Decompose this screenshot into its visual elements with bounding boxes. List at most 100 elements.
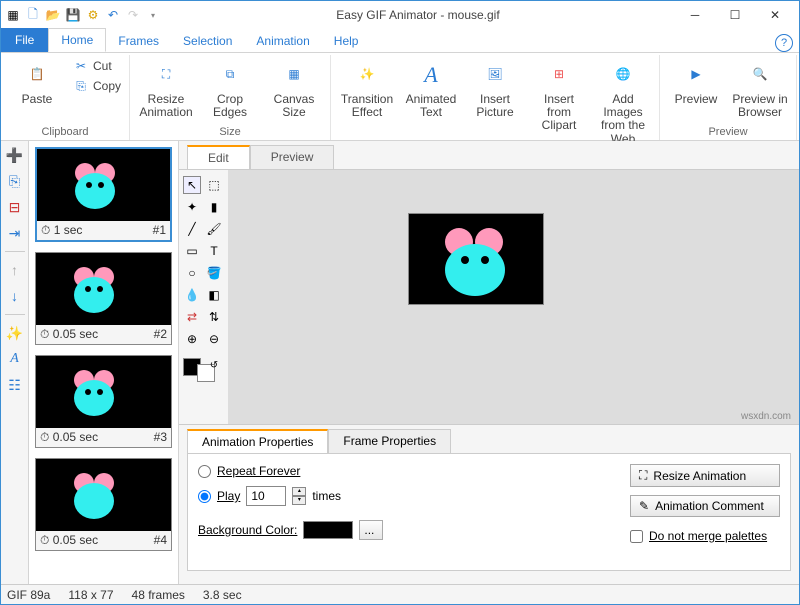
- bgcolor-picker-button[interactable]: ...: [359, 520, 383, 540]
- layers-icon[interactable]: ☷: [5, 375, 25, 395]
- separator: [5, 251, 25, 252]
- frames-panel[interactable]: ⏱ 1 sec#1 ⏱ 0.05 sec#2 ⏱ 0.05 sec#3 ⏱ 0.…: [29, 141, 179, 584]
- open-icon[interactable]: 📂: [45, 7, 61, 23]
- transition-effect-button[interactable]: ✨Transition Effect: [337, 57, 397, 121]
- marquee-tool-icon[interactable]: ⬚: [205, 176, 223, 194]
- separator: [5, 314, 25, 315]
- flip-h-icon[interactable]: ⇄: [183, 308, 201, 326]
- cut-button[interactable]: ✂Cut: [71, 57, 123, 75]
- wand-tool-icon[interactable]: ✦: [183, 198, 201, 216]
- frame-thumb[interactable]: ⏱ 0.05 sec #4: [35, 458, 172, 551]
- insert-picture-button[interactable]: 🖼Insert Picture: [465, 57, 525, 121]
- insert-clipart-button[interactable]: ⊞Insert from Clipart: [529, 57, 589, 135]
- frame-duration: ⏱ 0.05 sec: [40, 533, 98, 548]
- import-icon[interactable]: ⇥: [5, 223, 25, 243]
- select-tool-icon[interactable]: ↖: [183, 176, 201, 194]
- animated-text-button[interactable]: AAnimated Text: [401, 57, 461, 121]
- canvas[interactable]: [409, 214, 543, 304]
- center-panel: Edit Preview ↖ ⬚ ✦ ▮ ╱ 🖌 ▭ T ○ 🪣 💧 ◧ ⇄ ⇅…: [179, 141, 799, 584]
- brush-tool-icon[interactable]: 🖌: [205, 220, 223, 238]
- bgcolor-swatch[interactable]: [303, 521, 353, 539]
- swap-colors-icon[interactable]: ↺: [205, 356, 223, 374]
- eraser-tool-icon[interactable]: ◧: [205, 286, 223, 304]
- redo-icon[interactable]: ↷: [125, 7, 141, 23]
- preview-browser-button[interactable]: 🔍Preview in Browser: [730, 57, 790, 121]
- animation-comment-button[interactable]: ✎Animation Comment: [630, 495, 780, 517]
- play-count-input[interactable]: 10: [246, 486, 286, 506]
- paste-button[interactable]: 📋Paste: [7, 57, 67, 108]
- undo-icon[interactable]: ↶: [105, 7, 121, 23]
- move-down-icon[interactable]: ↓: [5, 286, 25, 306]
- effects-icon[interactable]: ✨: [5, 323, 25, 343]
- copy-button[interactable]: ⎘Copy: [71, 77, 123, 95]
- frame-duration: ⏱ 1 sec: [41, 223, 82, 238]
- frame-index: #2: [154, 327, 167, 342]
- tab-help[interactable]: Help: [322, 30, 371, 52]
- ellipse-tool-icon[interactable]: ○: [183, 264, 201, 282]
- bucket-tool-icon[interactable]: 🪣: [205, 264, 223, 282]
- frame-thumb[interactable]: ⏱ 0.05 sec#2: [35, 252, 172, 345]
- resize-animation-button2[interactable]: ⛶Resize Animation: [630, 464, 780, 487]
- cut-label: Cut: [93, 59, 112, 73]
- help-icon[interactable]: ?: [775, 34, 793, 52]
- move-up-icon[interactable]: ↑: [5, 260, 25, 280]
- play-count-spinner[interactable]: ▴▾: [292, 487, 306, 505]
- add-web-images-button[interactable]: 🌐Add Images from the Web: [593, 57, 653, 148]
- fill-tool-icon[interactable]: ▮: [205, 198, 223, 216]
- resize-label2: Resize Animation: [653, 469, 746, 483]
- canvas-tabs: Edit Preview: [179, 141, 799, 169]
- preview-tab[interactable]: Preview: [250, 145, 335, 169]
- times-label: times: [312, 489, 341, 503]
- preview-button[interactable]: ▶Preview: [666, 57, 726, 108]
- delete-frame-icon[interactable]: ⊟: [5, 197, 25, 217]
- bgcolor-label: Background Color:: [198, 523, 297, 537]
- frame-thumb[interactable]: ⏱ 1 sec#1: [35, 147, 172, 242]
- canvas-area[interactable]: wsxdn.com: [229, 170, 799, 424]
- crop-edges-button[interactable]: ⧉Crop Edges: [200, 57, 260, 121]
- group-preview: ▶Preview 🔍Preview in Browser Preview: [660, 55, 797, 140]
- animtext-label: Animated Text: [403, 93, 459, 119]
- color-swatches[interactable]: ↺: [183, 358, 224, 376]
- group-clipboard-label: Clipboard: [41, 126, 88, 138]
- edit-tab[interactable]: Edit: [187, 145, 250, 169]
- close-button[interactable]: ✕: [755, 3, 795, 27]
- window-title: Easy GIF Animator - mouse.gif: [161, 8, 675, 22]
- no-merge-checkbox[interactable]: Do not merge palettes: [630, 529, 780, 543]
- frame-index: #3: [154, 430, 167, 445]
- tab-animation[interactable]: Animation: [244, 30, 321, 52]
- text-tool-icon[interactable]: T: [205, 242, 223, 260]
- group-clipboard: 📋Paste ✂Cut ⎘Copy Clipboard: [1, 55, 130, 140]
- maximize-button[interactable]: ☐: [715, 3, 755, 27]
- add-frame-icon[interactable]: ➕: [5, 145, 25, 165]
- duplicate-frame-icon[interactable]: ⎘: [5, 171, 25, 191]
- repeat-forever-option[interactable]: Repeat Forever: [198, 464, 383, 478]
- copy-label: Copy: [93, 79, 121, 93]
- wizard-icon[interactable]: ⚙: [85, 7, 101, 23]
- eyedropper-tool-icon[interactable]: 💧: [183, 286, 201, 304]
- canvas-size-button[interactable]: ▦Canvas Size: [264, 57, 324, 121]
- zoom-in-icon[interactable]: ⊕: [183, 330, 201, 348]
- app-icon: ▦: [5, 7, 21, 23]
- frame-thumb[interactable]: ⏱ 0.05 sec#3: [35, 355, 172, 448]
- status-duration: 3.8 sec: [203, 588, 242, 602]
- tab-frames[interactable]: Frames: [106, 30, 171, 52]
- tab-home[interactable]: Home: [48, 28, 106, 52]
- zoom-out-icon[interactable]: ⊖: [205, 330, 223, 348]
- frame-index: #4: [154, 533, 167, 548]
- new-icon[interactable]: 🗋: [25, 7, 41, 23]
- tab-selection[interactable]: Selection: [171, 30, 244, 52]
- animation-properties-tab[interactable]: Animation Properties: [187, 429, 328, 453]
- save-icon[interactable]: 💾: [65, 7, 81, 23]
- play-option[interactable]: Play 10 ▴▾ times: [198, 486, 383, 506]
- frame-properties-tab[interactable]: Frame Properties: [328, 429, 451, 453]
- ribbon: 📋Paste ✂Cut ⎘Copy Clipboard ⛶Resize Anim…: [1, 53, 799, 141]
- qat-dropdown-icon[interactable]: ▾: [145, 7, 161, 23]
- resize-animation-button[interactable]: ⛶Resize Animation: [136, 57, 196, 121]
- flip-v-icon[interactable]: ⇅: [205, 308, 223, 326]
- rect-tool-icon[interactable]: ▭: [183, 242, 201, 260]
- file-tab[interactable]: File: [1, 28, 48, 52]
- properties-panel: Animation Properties Frame Properties Re…: [179, 424, 799, 584]
- text-tool-icon[interactable]: A: [5, 349, 25, 369]
- minimize-button[interactable]: ─: [675, 3, 715, 27]
- line-tool-icon[interactable]: ╱: [183, 220, 201, 238]
